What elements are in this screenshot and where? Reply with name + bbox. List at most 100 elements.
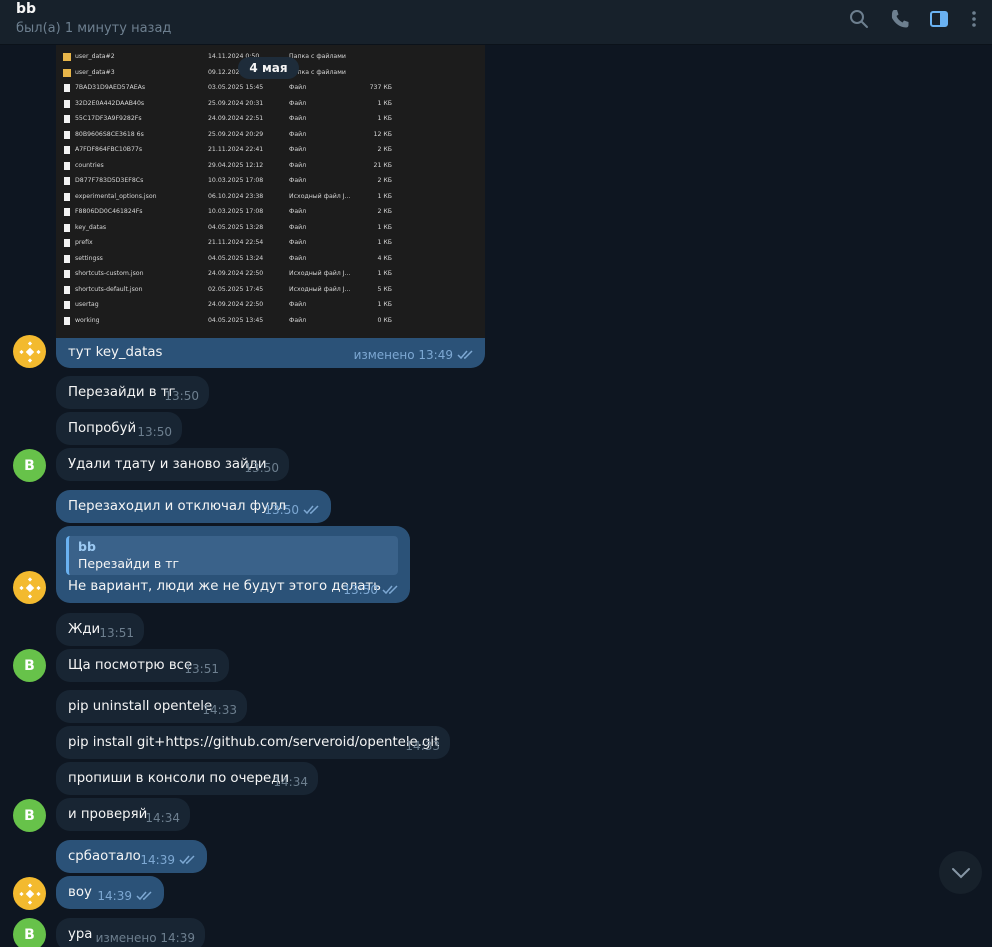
sidebar-toggle-icon[interactable] [927, 7, 951, 31]
file-icon [64, 316, 70, 325]
file-row: prefix 21.11.2024 22:54 Файл 1 КБ [56, 235, 485, 250]
message-text: Удали тдату и заново зайди [68, 457, 267, 472]
file-row: key_datas 04.05.2025 13:28 Файл 1 КБ [56, 220, 485, 235]
incoming-message[interactable]: pip uninstall opentele 14:33 [56, 690, 247, 723]
file-type: Файл [289, 223, 307, 231]
incoming-message[interactable]: и проверяй 14:34 [56, 798, 190, 831]
file-row: 80B9606S8CE3618 6s 25.09.2024 20:29 Файл 12… [56, 127, 485, 142]
message-time: 13:50 [164, 389, 199, 403]
file-type: Файл [289, 301, 307, 308]
message-time: 13:50 [244, 461, 279, 475]
file-name: countries [75, 161, 104, 169]
incoming-message[interactable]: Удали тдату и заново зайди 13:50 [56, 448, 289, 481]
outgoing-reply-message[interactable]: bb Перезайди в тг Не вариант, люди же не… [56, 526, 410, 603]
file-size: 2 КБ [377, 177, 392, 184]
double-check-icon [179, 855, 197, 865]
photo-message[interactable]: user_data#2 14.11.2024 0:50 Папка с файлам… [56, 45, 485, 368]
binance-logo-icon [18, 882, 41, 905]
scroll-down-button[interactable] [939, 851, 982, 894]
contact-avatar[interactable]: B [13, 799, 46, 832]
file-icon [64, 84, 70, 92]
file-date: 21.11.2024 22:54 [208, 239, 264, 246]
file-size: 21 КБ [373, 161, 392, 169]
file-icon [64, 254, 70, 263]
double-check-icon [457, 350, 475, 360]
file-name: F8806DD0C461824Fs [75, 208, 143, 215]
incoming-message[interactable]: Перезайди в тг 13:50 [56, 376, 209, 409]
double-check-icon [303, 505, 321, 515]
contact-avatar[interactable]: B [13, 918, 46, 947]
file-name: D877F783D5D3EF8Cs [75, 177, 144, 184]
file-icon [64, 130, 70, 139]
file-row: shortcuts-default.json 02.05.2025 17:45 Ис… [56, 282, 485, 297]
file-date: 21.11.2024 22:41 [208, 146, 264, 153]
message-text: србаотало [68, 849, 141, 864]
file-size: 1 КБ [377, 301, 392, 308]
file-size: 5 КБ [377, 285, 392, 293]
file-icon [64, 161, 70, 170]
file-size: 1 КБ [377, 270, 392, 277]
file-explorer-screenshot[interactable]: user_data#2 14.11.2024 0:50 Папка с файлам… [56, 45, 485, 338]
file-size: 1 КБ [377, 99, 392, 107]
file-date: 25.09.2024 20:31 [208, 99, 264, 107]
message-time: 14:34 [273, 775, 308, 789]
file-type: Файл [289, 146, 307, 153]
user-avatar[interactable] [13, 571, 46, 604]
outgoing-message[interactable]: Перезаходил и отключал фулл 13:50 [56, 490, 331, 523]
file-type: Файл [289, 130, 307, 138]
incoming-message[interactable]: pip install git+https://github.com/serve… [56, 726, 450, 759]
message-time: изменено 14:39 [95, 931, 195, 945]
file-size: 12 КБ [373, 130, 392, 138]
outgoing-message[interactable]: србаотало 14:39 [56, 840, 207, 873]
file-type: Файл [289, 316, 307, 324]
contact-avatar[interactable]: B [13, 449, 46, 482]
reply-author: bb [78, 539, 96, 554]
file-date: 24.09.2024 22:51 [208, 115, 264, 122]
folder-icon [63, 68, 71, 77]
file-icon [64, 177, 70, 185]
user-avatar[interactable] [13, 877, 46, 910]
incoming-message[interactable]: Ща посмотрю все 13:51 [56, 649, 229, 682]
file-row: F8806DD0C461824Fs 10.03.2025 17:08 Файл 2 К… [56, 204, 485, 219]
file-date: 29.04.2025 12:12 [208, 161, 264, 169]
incoming-message[interactable]: ура изменено 14:39 [56, 918, 205, 947]
reply-quote[interactable]: bb Перезайди в тг [66, 536, 398, 575]
file-type: Файл [289, 161, 307, 169]
message-list[interactable]: user_data#2 14.11.2024 0:50 Папка с файлам… [0, 45, 992, 947]
file-date: 24.09.2024 22:50 [208, 270, 264, 277]
file-row: 55C17DF3A9F9282Fs 24.09.2024 22:51 Файл 1 К… [56, 111, 485, 126]
file-icon [64, 223, 70, 232]
file-row: shortcuts-custom.json 24.09.2024 22:50 Исх… [56, 266, 485, 281]
incoming-message[interactable]: Попробуй 13:50 [56, 412, 182, 445]
chat-header: bb был(а) 1 минуту назад [0, 0, 992, 45]
file-date: 10.03.2025 17:08 [208, 177, 264, 184]
file-size: 1 КБ [377, 192, 392, 200]
file-icon [64, 301, 70, 309]
message-text: ура [68, 927, 93, 942]
file-type: Файл [289, 99, 307, 107]
file-icon [64, 192, 70, 201]
file-row: A7FDF864FBC10B77s 21.11.2024 22:41 Файл 2 К… [56, 142, 485, 157]
chat-title[interactable]: bb [16, 1, 36, 17]
file-name: usertag [75, 301, 99, 308]
more-icon[interactable] [962, 7, 986, 31]
incoming-message[interactable]: Жди 13:51 [56, 613, 144, 646]
file-row: 32D2E0A442DAAB40s 25.09.2024 20:31 Файл 1 К… [56, 96, 485, 111]
incoming-message[interactable]: пропиши в консоли по очереди 14:34 [56, 762, 318, 795]
message-text: Не вариант, люди же не будут этого делат… [68, 579, 381, 594]
file-icon [64, 285, 70, 294]
outgoing-message[interactable]: воу 14:39 [56, 876, 164, 909]
message-time: 13:51 [99, 626, 134, 640]
file-row: countries 29.04.2025 12:12 Файл 21 КБ [56, 158, 485, 173]
file-row: working 04.05.2025 13:45 Файл 0 КБ [56, 313, 485, 328]
contact-avatar[interactable]: B [13, 649, 46, 682]
user-avatar[interactable] [13, 335, 46, 368]
double-check-icon [382, 585, 400, 595]
folder-icon [63, 53, 71, 61]
file-type: Исходный файл J... [289, 192, 351, 200]
file-type: Файл [289, 254, 307, 262]
search-icon[interactable] [847, 7, 871, 31]
file-type: Файл [289, 208, 307, 215]
file-date: 04.05.2025 13:28 [208, 223, 264, 231]
phone-icon[interactable] [888, 7, 912, 31]
